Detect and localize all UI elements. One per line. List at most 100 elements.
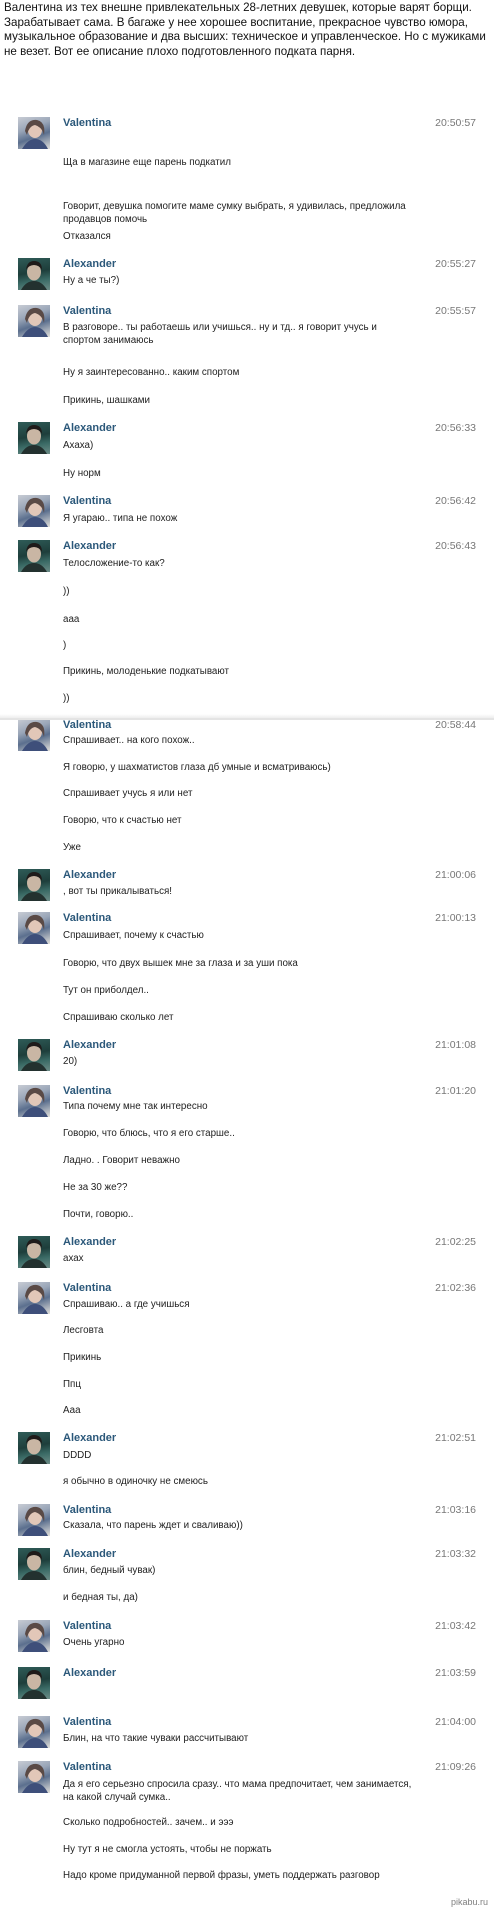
message-text: Лесговта (63, 1325, 104, 1336)
message-text: Прикинь, молоденькие подкатывают (63, 666, 229, 677)
sender-name[interactable]: Valentina (63, 1620, 111, 1633)
avatar[interactable] (18, 1085, 50, 1117)
message-text: ахах (63, 1253, 84, 1264)
message-text: Почти, говорю.. (63, 1209, 134, 1220)
intro-text: Валентина из тех внешне привлекательных … (4, 1, 486, 59)
sender-name[interactable]: Valentina (63, 912, 111, 925)
message-text: Ладно. . Говорит неважно (63, 1155, 180, 1166)
message-text: Говорю, что к счастью нет (63, 815, 182, 826)
message-text: ааа (63, 614, 80, 625)
message-timestamp: 21:03:42 (435, 1620, 476, 1632)
sender-name[interactable]: Alexander (63, 1667, 116, 1680)
message-text: Ща в магазине еще парень подкатил (63, 157, 231, 168)
sender-name[interactable]: Alexander (63, 1236, 116, 1249)
avatar[interactable] (18, 422, 50, 454)
message-text: Ахаха) (63, 440, 94, 451)
message-timestamp: 21:03:32 (435, 1548, 476, 1560)
message-timestamp: 20:50:57 (435, 117, 476, 129)
avatar[interactable] (18, 912, 50, 944)
avatar[interactable] (18, 1716, 50, 1748)
sender-name[interactable]: Valentina (63, 495, 111, 508)
message-text: Ааа (63, 1405, 81, 1416)
sender-name[interactable]: Alexander (63, 422, 116, 435)
sender-name[interactable]: Valentina (63, 1504, 111, 1517)
message-text: ) (63, 640, 67, 651)
sender-name[interactable]: Valentina (63, 1085, 111, 1098)
avatar[interactable] (18, 540, 50, 572)
sender-name[interactable]: Valentina (63, 1761, 111, 1774)
message-text: Говорит, девушка помогите маме сумку выб… (63, 201, 406, 225)
sender-name[interactable]: Alexander (63, 869, 116, 882)
message-timestamp: 21:02:51 (435, 1432, 476, 1444)
sender-name[interactable]: Alexander (63, 1548, 116, 1561)
message-text: Очень угарно (63, 1637, 125, 1648)
sender-name[interactable]: Valentina (63, 305, 111, 318)
avatar[interactable] (18, 1282, 50, 1314)
message-text: Сколько подробностей.. зачем.. и эээ (63, 1817, 234, 1828)
avatar[interactable] (18, 869, 50, 901)
message-text: и бедная ты, да) (63, 1592, 138, 1603)
sender-name[interactable]: Alexander (63, 1039, 116, 1052)
message-text: Сказала, что парень ждет и сваливаю)) (63, 1520, 243, 1531)
message-text: Ну а че ты?) (63, 275, 120, 286)
message-timestamp: 21:01:08 (435, 1039, 476, 1051)
sender-name[interactable]: Valentina (63, 117, 111, 130)
message-text: Типа почему мне так интересно (63, 1101, 208, 1112)
avatar[interactable] (18, 1667, 50, 1699)
avatar[interactable] (18, 1236, 50, 1268)
message-timestamp: 21:01:20 (435, 1085, 476, 1097)
message-text: Спрашивает, почему к счастью (63, 930, 204, 941)
message-text: Спрашиваю.. а где учишься (63, 1299, 190, 1310)
message-timestamp: 20:55:27 (435, 258, 476, 270)
message-text: Спрашиваю сколько лет (63, 1012, 174, 1023)
avatar[interactable] (18, 1504, 50, 1536)
message-text: , вот ты прикалываться! (63, 886, 173, 897)
avatar[interactable] (18, 1432, 50, 1464)
sender-name[interactable]: Valentina (63, 1282, 111, 1295)
message-text: Уже (63, 842, 81, 853)
message-text: 20) (63, 1056, 78, 1067)
screenshot-seam (0, 718, 494, 720)
avatar[interactable] (18, 258, 50, 290)
message-timestamp: 21:00:06 (435, 869, 476, 881)
avatar[interactable] (18, 495, 50, 527)
avatar[interactable] (18, 719, 50, 751)
message-text: я обычно в одиночку не смеюсь (63, 1476, 208, 1487)
message-text: Надо кроме придуманной первой фразы, уме… (63, 1870, 380, 1881)
message-text: блин, бедный чувак) (63, 1565, 156, 1576)
avatar[interactable] (18, 1548, 50, 1580)
sender-name[interactable]: Valentina (63, 719, 111, 732)
message-text: )) (63, 586, 70, 597)
message-text: Прикинь, шашками (63, 395, 151, 406)
message-timestamp: 20:58:44 (435, 719, 476, 731)
message-text: Тут он приболдел.. (63, 985, 149, 996)
message-text: Не за 30 же?? (63, 1182, 128, 1193)
sender-name[interactable]: Valentina (63, 1716, 111, 1729)
avatar[interactable] (18, 1620, 50, 1652)
message-text: Прикинь (63, 1352, 102, 1363)
message-text: Ппц (63, 1379, 81, 1390)
message-text: Говорю, что блюсь, что я его старше.. (63, 1128, 235, 1139)
message-text: Ну норм (63, 468, 101, 479)
message-timestamp: 20:55:57 (435, 305, 476, 317)
message-timestamp: 21:00:13 (435, 912, 476, 924)
sender-name[interactable]: Alexander (63, 258, 116, 271)
avatar[interactable] (18, 305, 50, 337)
message-timestamp: 20:56:33 (435, 422, 476, 434)
sender-name[interactable]: Alexander (63, 540, 116, 553)
message-timestamp: 20:56:42 (435, 495, 476, 507)
avatar[interactable] (18, 1761, 50, 1793)
message-timestamp: 21:03:16 (435, 1504, 476, 1516)
avatar[interactable] (18, 117, 50, 149)
message-text: Я говорю, у шахматистов глаза дб умные и… (63, 762, 331, 773)
avatar[interactable] (18, 1039, 50, 1071)
message-text: В разговоре.. ты работаешь или учишься..… (63, 322, 377, 346)
message-text: DDDD (63, 1450, 92, 1461)
sender-name[interactable]: Alexander (63, 1432, 116, 1445)
message-text: Да я его серьезно спросила сразу.. что м… (63, 1779, 412, 1803)
message-text: Говорю, что двух вышек мне за глаза и за… (63, 958, 298, 969)
message-text: Ну тут я не смогла устоять, чтобы не пор… (63, 1844, 272, 1855)
message-text: Телосложение-то как? (63, 558, 165, 569)
message-timestamp: 21:09:26 (435, 1761, 476, 1773)
message-timestamp: 21:02:36 (435, 1282, 476, 1294)
